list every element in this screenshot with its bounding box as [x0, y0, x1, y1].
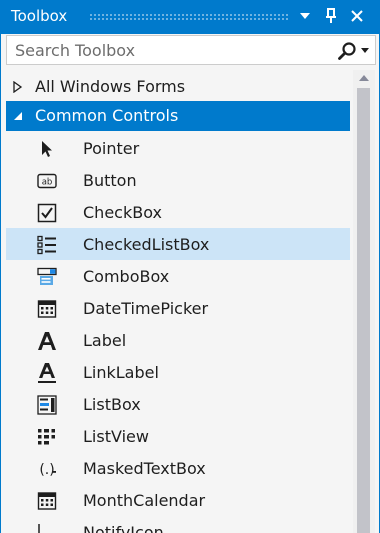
- search-icon[interactable]: [337, 41, 357, 61]
- search-input[interactable]: [7, 36, 327, 64]
- group-label: All Windows Forms: [35, 77, 186, 96]
- checkbox-icon: [36, 202, 58, 224]
- group-label: Common Controls: [35, 106, 179, 125]
- svg-text:(.): (.): [39, 462, 54, 478]
- toolbox-item-monthcalendar[interactable]: MonthCalendar: [6, 484, 350, 516]
- toolbox-item-label-control[interactable]: Label: [6, 324, 350, 356]
- toolbox-item-label: CheckedListBox: [83, 235, 210, 254]
- checkedlistbox-icon: [36, 234, 58, 256]
- toolbox-item-label: CheckBox: [83, 203, 162, 222]
- toolbox-item-maskedtextbox[interactable]: (.) MaskedTextBox: [6, 452, 350, 484]
- notifyicon-icon: [36, 522, 58, 533]
- listview-icon: [36, 426, 58, 448]
- toolbox-item-checkbox[interactable]: CheckBox: [6, 196, 350, 228]
- expand-arrow-icon[interactable]: [12, 81, 24, 93]
- title-bar[interactable]: Toolbox: [1, 0, 380, 34]
- search-box: [6, 35, 376, 65]
- datetimepicker-icon: [36, 298, 58, 320]
- close-button[interactable]: [345, 4, 369, 28]
- search-options-dropdown-icon[interactable]: [359, 44, 371, 56]
- toolbox-list: All Windows Forms Common Controls Pointe…: [6, 71, 350, 533]
- toolbox-item-listview[interactable]: ListView: [6, 420, 350, 452]
- toolbox-item-label: NotifyIcon: [83, 523, 164, 533]
- toolbox-item-label: LinkLabel: [83, 363, 159, 382]
- toolbox-item-linklabel[interactable]: LinkLabel: [6, 356, 350, 388]
- listbox-icon: [36, 394, 58, 416]
- toolbox-item-combobox[interactable]: ComboBox: [6, 260, 350, 292]
- pin-icon: [326, 8, 336, 23]
- toolbox-item-checkedlistbox[interactable]: CheckedListBox: [6, 228, 350, 260]
- collapse-arrow-icon[interactable]: [12, 110, 24, 122]
- button-icon: ab: [36, 170, 58, 192]
- svg-text:ab: ab: [42, 178, 53, 188]
- group-common-controls[interactable]: Common Controls: [6, 101, 350, 131]
- toolbox-item-datetimepicker[interactable]: DateTimePicker: [6, 292, 350, 324]
- combobox-icon: [36, 266, 58, 288]
- toolbox-item-label: Label: [83, 331, 127, 350]
- toolbox-item-button[interactable]: ab Button: [6, 164, 350, 196]
- group-all-windows-forms[interactable]: All Windows Forms: [6, 72, 350, 102]
- toolbox-item-label: ListView: [83, 427, 149, 446]
- pointer-icon: [36, 138, 58, 160]
- scroll-up-arrow-icon[interactable]: [356, 72, 372, 84]
- scrollbar-thumb[interactable]: [357, 88, 370, 533]
- monthcalendar-icon: [36, 490, 58, 512]
- toolbox-window: Toolbox Search Toolbox All Windows Forms…: [0, 0, 380, 533]
- toolbox-item-label: Button: [83, 171, 137, 190]
- toolbox-item-label: ComboBox: [83, 267, 170, 286]
- toolbox-item-listbox[interactable]: ListBox: [6, 388, 350, 420]
- toolbox-item-label: MaskedTextBox: [83, 459, 206, 478]
- window-title: Toolbox: [11, 7, 68, 25]
- window-position-dropdown-button[interactable]: [293, 4, 317, 28]
- toolbox-item-label: ListBox: [83, 395, 141, 414]
- drag-grip[interactable]: [89, 13, 289, 21]
- toolbox-item-label: Pointer: [83, 139, 140, 158]
- toolbox-item-label: DateTimePicker: [83, 299, 209, 318]
- label-icon: [36, 330, 58, 352]
- maskedtextbox-icon: (.): [36, 458, 58, 480]
- toolbox-item-pointer[interactable]: Pointer: [6, 132, 350, 164]
- triangle-down-icon: [300, 13, 310, 19]
- linklabel-icon: [36, 362, 58, 384]
- auto-hide-pin-button[interactable]: [319, 4, 343, 28]
- vertical-scrollbar[interactable]: [353, 70, 375, 533]
- toolbox-item-notifyicon[interactable]: NotifyIcon: [6, 516, 350, 533]
- toolbox-item-label: MonthCalendar: [83, 491, 206, 510]
- close-icon: [351, 10, 363, 22]
